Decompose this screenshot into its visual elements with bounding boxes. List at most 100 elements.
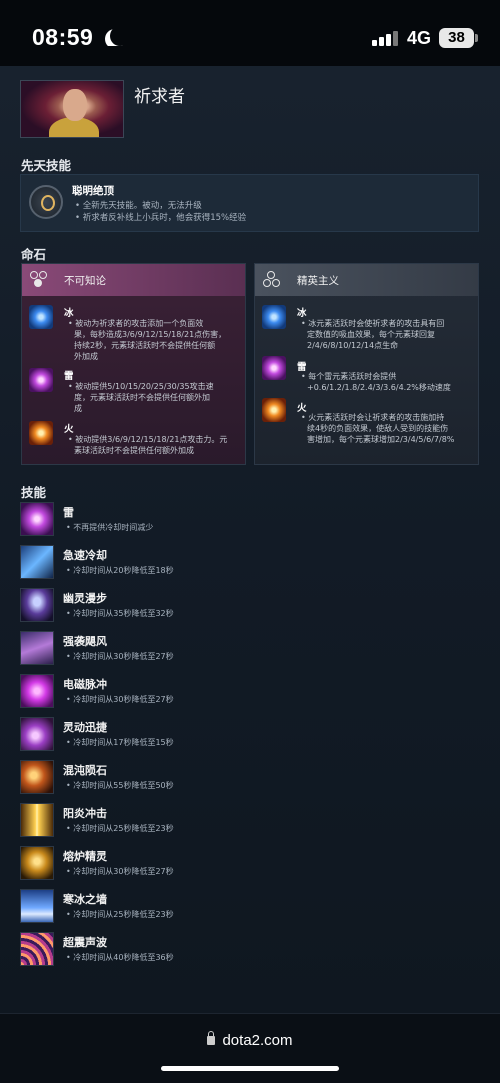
- orb-desc: • 火元素活跃时会让祈求者的攻击施加持: [301, 413, 445, 422]
- hero-portrait: [20, 80, 124, 138]
- ability-row[interactable]: 熔炉精灵 • 冷却时间从30秒降低至27秒: [20, 846, 480, 882]
- facet-header: 不可知论: [22, 264, 245, 296]
- ability-row[interactable]: 雷 • 不再提供冷却时间减少: [20, 502, 480, 538]
- lock-icon: [207, 1031, 216, 1045]
- innate-ability-card[interactable]: 聪明绝顶 • 全新先天技能。被动，无法升级 • 祈求者反补线上小兵时，他会获得1…: [20, 174, 479, 232]
- chaos-meteor-icon: [20, 760, 54, 794]
- exort-orb-icon: [29, 421, 53, 445]
- orb-desc: 持续2秒，元素球活跃时不会提供任何额: [74, 341, 216, 350]
- network-type: 4G: [407, 28, 432, 48]
- ability-row[interactable]: 阳炎冲击 • 冷却时间从25秒降低至23秒: [20, 803, 480, 839]
- innate-section-title: 先天技能: [21, 158, 72, 173]
- quas-orb-icon: [29, 305, 53, 329]
- ghost-walk-icon: [20, 588, 54, 622]
- ability-desc: • 不再提供冷却时间减少: [66, 523, 154, 532]
- ability-desc: • 冷却时间从30秒降低至27秒: [66, 652, 174, 661]
- ability-name: 熔炉精灵: [63, 850, 107, 863]
- orb-desc: 2/4/6/8/10/12/14点生命: [307, 341, 399, 350]
- ability-desc: • 冷却时间从30秒降低至27秒: [66, 695, 174, 704]
- emp-icon: [20, 674, 54, 708]
- do-not-disturb-icon: [104, 24, 126, 46]
- innate-ability-icon: [29, 185, 63, 219]
- orb-desc: 外加成: [74, 352, 98, 361]
- ability-name: 超震声波: [63, 936, 107, 949]
- ability-desc: • 冷却时间从35秒降低至32秒: [66, 609, 174, 618]
- exort-orb-icon: [262, 398, 286, 422]
- ability-desc: • 冷却时间从25秒降低至23秒: [66, 824, 174, 833]
- url-text: dota2.com: [222, 1032, 293, 1049]
- home-indicator[interactable]: [161, 1066, 339, 1071]
- orb-desc: • 每个雷元素活跃时会提供: [301, 372, 397, 381]
- ability-name: 雷: [63, 506, 74, 519]
- hero-name: 祈求者: [134, 87, 185, 107]
- ability-row[interactable]: 急速冷却 • 冷却时间从20秒降低至18秒: [20, 545, 480, 581]
- deafening-blast-icon: [20, 932, 54, 966]
- ability-row[interactable]: 灵动迅捷 • 冷却时间从17秒降低至15秒: [20, 717, 480, 753]
- innate-ability-line: • 全新先天技能。被动，无法升级: [75, 201, 202, 211]
- tornado-icon: [20, 631, 54, 665]
- ice-wall-icon: [20, 889, 54, 923]
- ability-desc: • 冷却时间从17秒降低至15秒: [66, 738, 174, 747]
- orb-desc: 成: [74, 404, 82, 413]
- battery-tip: [475, 34, 478, 42]
- facet-orbs-icon: [263, 271, 281, 289]
- innate-ability-line: • 祈求者反补线上小兵时，他会获得15%经验: [75, 213, 247, 223]
- orb-desc: 续4秒的负面效果，使敌人受到的技能伤: [307, 424, 449, 433]
- facet-title: 精英主义: [297, 275, 339, 287]
- wex-orb-icon: [29, 368, 53, 392]
- abilities-section-title: 技能: [21, 485, 47, 500]
- orb-desc: 害增加，每个元素球增加2/3/4/5/6/7/8%: [307, 435, 455, 444]
- orb-name: 火: [64, 424, 74, 435]
- wex-ability-icon: [20, 502, 54, 536]
- sun-strike-icon: [20, 803, 54, 837]
- ability-name: 急速冷却: [63, 549, 107, 562]
- cold-snap-icon: [20, 545, 54, 579]
- orb-name: 冰: [297, 308, 307, 319]
- facets-section-title: 命石: [21, 247, 47, 262]
- page-content: 祈求者 先天技能 聪明绝顶 • 全新先天技能。被动，无法升级 • 祈求者反补线上…: [0, 66, 500, 1013]
- ability-name: 阳炎冲击: [63, 807, 107, 820]
- facet-card-elitism[interactable]: 精英主义 冰 • 冰元素活跃时会使祈求者的攻击具有回 定数值的吸血效果，每个元素…: [254, 263, 479, 465]
- orb-desc: • 冰元素活跃时会使祈求者的攻击具有回: [301, 319, 445, 328]
- orb-name: 冰: [64, 308, 74, 319]
- orb-name: 雷: [64, 371, 74, 382]
- ability-name: 混沌陨石: [63, 764, 107, 777]
- ability-row[interactable]: 幽灵漫步 • 冷却时间从35秒降低至32秒: [20, 588, 480, 624]
- browser-bottom-bar: dota2.com: [0, 1013, 500, 1083]
- ability-name: 强袭飓风: [63, 635, 107, 648]
- ability-row[interactable]: 寒冰之墙 • 冷却时间从25秒降低至23秒: [20, 889, 480, 925]
- facet-header: 精英主义: [255, 264, 478, 296]
- facet-card-agnostic[interactable]: 不可知论 冰 • 被动为祈求者的攻击添加一个负面效 果，每秒造成3/6/9/12…: [21, 263, 246, 465]
- orb-desc: 度，元素球活跃时不会提供任何额外加: [74, 393, 210, 402]
- orb-desc: 定数值的吸血效果，每个元素球回复: [307, 330, 435, 339]
- address-bar[interactable]: dota2.com: [0, 1031, 500, 1049]
- ability-name: 电磁脉冲: [63, 678, 107, 691]
- quas-orb-icon: [262, 305, 286, 329]
- orb-desc: • 被动为祈求者的攻击添加一个负面效: [68, 319, 204, 328]
- orb-desc: 果，每秒造成3/6/9/12/15/18/21点伤害，: [74, 330, 227, 339]
- orb-desc: • 被动提供3/6/9/12/15/18/21点攻击力。元: [68, 435, 228, 444]
- ability-desc: • 冷却时间从40秒降低至36秒: [66, 953, 174, 962]
- ability-row[interactable]: 超震声波 • 冷却时间从40秒降低至36秒: [20, 932, 480, 968]
- status-bar: 08:59 4G 38: [0, 0, 500, 66]
- signal-icon: [372, 30, 400, 46]
- orb-desc: +0.6/1.2/1.8/2.4/3/3.6/4.2%移动速度: [307, 383, 451, 392]
- orb-desc: • 被动提供5/10/15/20/25/30/35攻击速: [68, 382, 214, 391]
- ability-desc: • 冷却时间从30秒降低至27秒: [66, 867, 174, 876]
- facet-orbs-icon: [30, 271, 48, 289]
- ability-desc: • 冷却时间从25秒降低至23秒: [66, 910, 174, 919]
- alacrity-icon: [20, 717, 54, 751]
- forge-spirit-icon: [20, 846, 54, 880]
- ability-desc: • 冷却时间从55秒降低至50秒: [66, 781, 174, 790]
- facet-title: 不可知论: [64, 275, 106, 287]
- ability-row[interactable]: 强袭飓风 • 冷却时间从30秒降低至27秒: [20, 631, 480, 667]
- innate-ability-name: 聪明绝顶: [72, 185, 114, 197]
- ability-name: 寒冰之墙: [63, 893, 107, 906]
- wex-orb-icon: [262, 356, 286, 380]
- ability-name: 灵动迅捷: [63, 721, 107, 734]
- ability-desc: • 冷却时间从20秒降低至18秒: [66, 566, 174, 575]
- ability-row[interactable]: 混沌陨石 • 冷却时间从55秒降低至50秒: [20, 760, 480, 796]
- battery-icon: 38: [439, 28, 474, 48]
- orb-desc: 素球活跃时不会提供任何额外加成: [74, 446, 194, 455]
- ability-row[interactable]: 电磁脉冲 • 冷却时间从30秒降低至27秒: [20, 674, 480, 710]
